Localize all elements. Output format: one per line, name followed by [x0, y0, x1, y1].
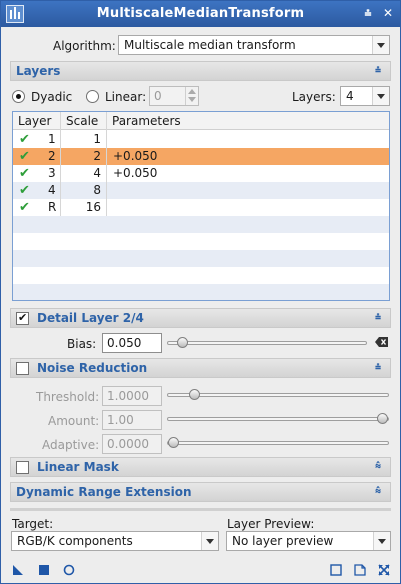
noise-reduction-title: Noise Reduction — [37, 361, 148, 375]
threshold-slider[interactable] — [167, 389, 389, 400]
column-header-parameters[interactable]: Parameters — [112, 114, 181, 128]
layers-count-select[interactable]: 4 — [340, 86, 390, 106]
collapse-icon[interactable]: ⩮ — [372, 362, 384, 374]
column-header-layer[interactable]: Layer — [18, 114, 51, 128]
collapse-icon[interactable]: ⩮ — [372, 65, 384, 77]
parameters-cell: +0.050 — [113, 149, 158, 163]
process-window: MultiscaleMedianTransform ⩮ ✕ Algorithm:… — [0, 0, 401, 584]
spin-arrows-icon[interactable] — [185, 87, 198, 105]
amount-slider[interactable] — [167, 413, 389, 424]
adaptive-slider[interactable] — [167, 437, 389, 448]
linear-mask-checkbox[interactable] — [16, 461, 29, 474]
table-row[interactable]: ✔ 2 2 +0.050 — [13, 148, 389, 165]
table-row[interactable]: ✔ 4 8 — [13, 182, 389, 199]
linear-mask-section-header[interactable]: Linear Mask ⩯ — [10, 457, 391, 477]
chevron-down-icon — [201, 532, 218, 550]
threshold-label: Threshold: — [36, 390, 100, 404]
window-title: MultiscaleMedianTransform — [96, 6, 305, 21]
empty-table-row — [13, 284, 389, 300]
dynamic-range-title: Dynamic Range Extension — [16, 485, 192, 499]
table-row[interactable]: ✔ R 16 — [13, 199, 389, 216]
bias-slider[interactable] — [167, 337, 367, 348]
parameters-cell: +0.050 — [113, 166, 158, 180]
table-row[interactable]: ✔ 3 4 +0.050 — [13, 165, 389, 182]
linear-mask-title: Linear Mask — [37, 460, 119, 474]
apply-icon[interactable] — [63, 564, 75, 576]
bias-value: 0.050 — [107, 336, 142, 350]
layers-count-value: 4 — [346, 89, 354, 103]
expand-icon[interactable]: ⩯ — [372, 486, 384, 498]
scale-cell: 8 — [93, 183, 101, 197]
amount-input[interactable]: 1.00 — [102, 410, 162, 430]
bias-input[interactable]: 0.050 — [102, 333, 162, 353]
adaptive-label: Adaptive: — [42, 438, 100, 452]
empty-table-row — [13, 216, 389, 233]
threshold-input[interactable]: 1.0000 — [102, 386, 162, 406]
chevron-down-icon — [372, 36, 389, 54]
scale-cell: 2 — [93, 149, 101, 163]
amount-label: Amount: — [48, 414, 100, 428]
layer-preview-value: No layer preview — [232, 534, 334, 548]
slider-handle[interactable] — [177, 337, 189, 348]
algorithm-label: Algorithm: — [53, 39, 116, 53]
scale-cell: 1 — [93, 132, 101, 146]
slider-handle[interactable] — [168, 437, 179, 448]
target-select[interactable]: RGB/K components — [11, 531, 219, 551]
target-value: RGB/K components — [17, 534, 133, 548]
table-row[interactable]: ✔ 1 1 — [13, 131, 389, 148]
adaptive-input[interactable]: 0.0000 — [102, 434, 162, 454]
algorithm-value: Multiscale median transform — [124, 38, 296, 52]
dyadic-radio[interactable] — [12, 90, 25, 103]
reset-icon[interactable] — [354, 564, 366, 576]
empty-table-row — [13, 250, 389, 267]
expand-icon[interactable]: ⩯ — [372, 461, 384, 473]
detail-layer-title: Detail Layer 2/4 — [37, 311, 144, 325]
dynamic-range-section-header[interactable]: Dynamic Range Extension ⩯ — [10, 482, 391, 502]
noise-reduction-section-header[interactable]: Noise Reduction ⩮ — [10, 358, 391, 378]
divider — [10, 508, 391, 511]
expand-all-icon[interactable] — [378, 564, 390, 576]
column-header-scale[interactable]: Scale — [66, 114, 98, 128]
amount-value: 1.00 — [107, 413, 134, 427]
empty-table-row — [13, 233, 389, 250]
layers-table[interactable]: Layer Scale Parameters ✔ 1 1 ✔ 2 2 +0.050 ✔ 3 4 +0… — [12, 111, 390, 301]
threshold-value: 1.0000 — [107, 389, 149, 403]
new-instance-icon[interactable] — [12, 564, 24, 576]
layers-count-label: Layers: — [292, 90, 336, 104]
dyadic-label: Dyadic — [31, 90, 73, 104]
close-icon[interactable]: ✕ — [380, 5, 396, 21]
column-divider — [60, 112, 61, 216]
table-header: Layer Scale Parameters — [13, 112, 389, 130]
scale-cell: 4 — [93, 166, 101, 180]
shade-icon[interactable]: ⩮ — [360, 5, 376, 21]
detail-layer-section-header[interactable]: Detail Layer 2/4 ⩮ — [10, 308, 391, 328]
title-bar[interactable]: MultiscaleMedianTransform ⩮ ✕ — [1, 1, 400, 27]
algorithm-select[interactable]: Multiscale median transform — [118, 35, 390, 55]
linear-spinbox[interactable]: 0 — [149, 86, 199, 106]
bias-label: Bias: — [67, 337, 97, 351]
layers-section-header[interactable]: Layers ⩮ — [10, 61, 391, 81]
layer-preview-label: Layer Preview: — [227, 517, 315, 531]
linear-radio[interactable] — [86, 90, 99, 103]
slider-handle[interactable] — [377, 413, 388, 424]
browse-documentation-icon[interactable] — [330, 564, 342, 576]
target-label: Target: — [12, 517, 54, 531]
collapse-icon[interactable]: ⩮ — [372, 312, 384, 324]
layer-preview-select[interactable]: No layer preview — [226, 531, 391, 551]
linear-spinbox-value: 0 — [154, 89, 162, 103]
noise-reduction-checkbox[interactable] — [16, 362, 29, 375]
scale-cell: 16 — [85, 200, 101, 214]
chevron-down-icon — [372, 87, 389, 105]
detail-layer-checkbox[interactable] — [16, 311, 29, 325]
linear-label: Linear: — [105, 90, 147, 104]
column-divider — [106, 112, 107, 216]
slider-handle[interactable] — [188, 389, 200, 400]
clear-icon[interactable] — [375, 335, 389, 349]
empty-table-row — [13, 267, 389, 284]
apply-global-icon[interactable] — [38, 564, 50, 576]
layers-section-title: Layers — [16, 64, 61, 78]
chevron-down-icon — [373, 532, 390, 550]
adaptive-value: 0.0000 — [107, 437, 149, 451]
